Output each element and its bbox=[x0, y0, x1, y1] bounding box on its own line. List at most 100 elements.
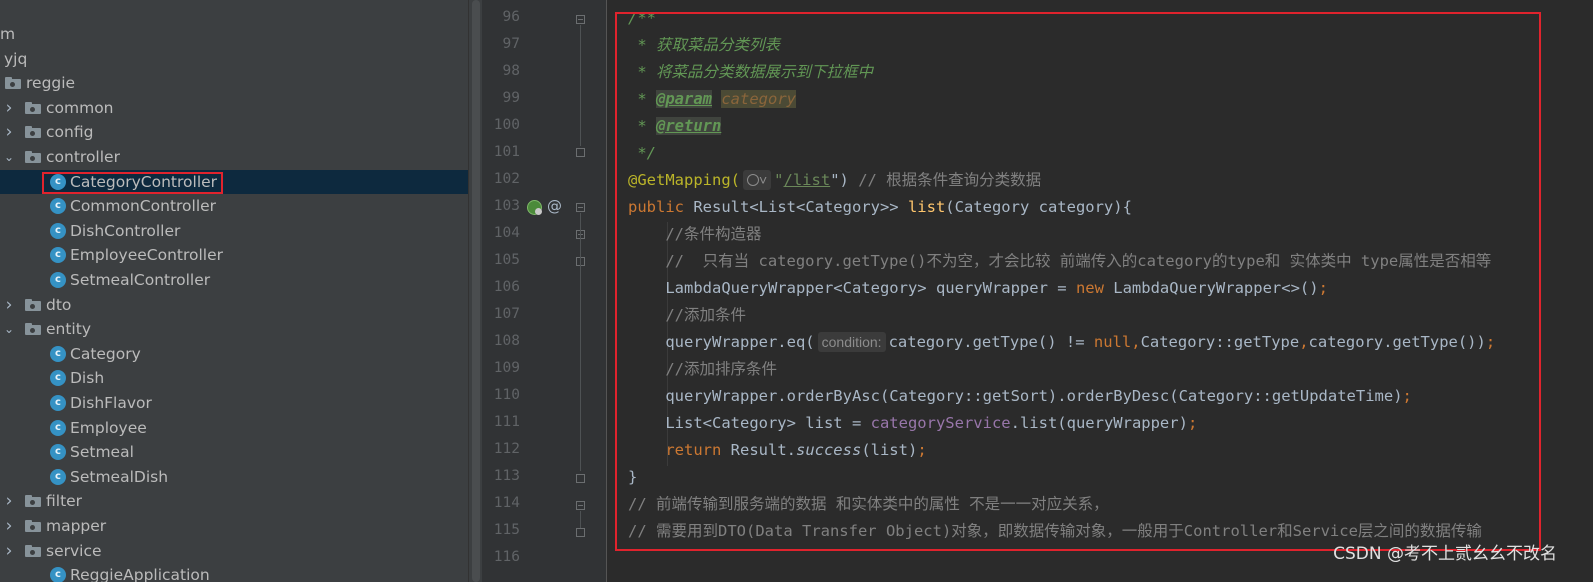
tree-item-label: config bbox=[46, 123, 94, 142]
fold-guide bbox=[580, 511, 581, 528]
tree-item[interactable]: c DishFlavor bbox=[0, 391, 482, 415]
java-class-icon: c bbox=[50, 419, 66, 436]
code-editor[interactable]: 96 97 98 99 100 101 102 103 104 105 106 107 108 109 11… bbox=[482, 0, 1593, 582]
tree-item[interactable]: ⌄ entity bbox=[0, 317, 482, 341]
tree-item-label: entity bbox=[46, 320, 91, 339]
line-number: 104 bbox=[493, 225, 520, 241]
tree-item-label: CommonController bbox=[70, 197, 217, 216]
chevron-right-icon[interactable]: › bbox=[2, 96, 16, 120]
tree-item-label: yjq bbox=[4, 49, 28, 68]
tree-item-label: DishController bbox=[70, 221, 181, 240]
chevron-right-icon[interactable]: › bbox=[2, 514, 16, 538]
chevron-right-icon[interactable]: › bbox=[2, 539, 16, 563]
chevron-right-icon[interactable]: › bbox=[2, 120, 16, 144]
tree-item-label: filter bbox=[46, 492, 83, 511]
spring-web-endpoint-icon[interactable] bbox=[527, 200, 542, 215]
fold-close-icon[interactable] bbox=[576, 148, 585, 157]
chevron-down-icon[interactable]: ⌄ bbox=[2, 317, 16, 341]
code-highlight-box bbox=[615, 12, 1541, 551]
package-dot bbox=[30, 131, 35, 137]
java-class-icon: c bbox=[50, 370, 66, 387]
tree-item[interactable]: › mapper bbox=[0, 514, 482, 538]
tree-item-label: m bbox=[0, 25, 16, 43]
fold-guide bbox=[580, 25, 581, 146]
line-number: 111 bbox=[493, 414, 520, 430]
line-number: 107 bbox=[493, 306, 520, 322]
java-class-icon: c bbox=[50, 272, 66, 288]
java-class-icon: c bbox=[50, 198, 66, 215]
tree-item[interactable]: › dto bbox=[0, 293, 482, 317]
tree-item[interactable]: › config bbox=[0, 120, 482, 144]
line-number: 109 bbox=[493, 360, 520, 376]
tree-item[interactable]: › common bbox=[0, 96, 482, 120]
fold-close-icon[interactable] bbox=[576, 474, 585, 483]
fold-open-icon[interactable] bbox=[576, 15, 585, 24]
folder-icon bbox=[25, 151, 41, 163]
java-class-icon: c bbox=[50, 567, 66, 582]
tree-item-label: SetmealController bbox=[70, 271, 211, 289]
line-number: 113 bbox=[493, 468, 520, 484]
line-number: 116 bbox=[493, 549, 520, 565]
tree-item-label: SetmealDish bbox=[70, 467, 169, 486]
tree-item[interactable]: c SetmealDish bbox=[0, 465, 482, 489]
tree-item-label: service bbox=[46, 541, 102, 560]
line-number: 105 bbox=[493, 252, 520, 268]
package-dot bbox=[30, 500, 35, 506]
folder-icon bbox=[25, 101, 41, 114]
package-dot bbox=[30, 106, 35, 112]
tree-item[interactable]: c ReggieApplication bbox=[0, 563, 482, 582]
tree-item[interactable]: c SetmealController bbox=[0, 268, 482, 292]
tree-item-label: Employee bbox=[70, 418, 147, 437]
line-number: 115 bbox=[493, 522, 520, 538]
chevron-right-icon[interactable]: › bbox=[2, 489, 16, 513]
fold-open-icon[interactable] bbox=[576, 501, 585, 510]
tree-item[interactable]: c DishController bbox=[0, 219, 482, 243]
tree-item-label: dto bbox=[46, 295, 72, 314]
tree-scrollbar-thumb[interactable] bbox=[472, 0, 480, 582]
tree-item-label: Dish bbox=[70, 369, 105, 388]
java-class-icon: c bbox=[50, 345, 66, 362]
tree-item[interactable]: yjq bbox=[0, 47, 482, 71]
tree-item[interactable]: c CommonController bbox=[0, 194, 482, 218]
tree-item[interactable]: c EmployeeController bbox=[0, 243, 482, 267]
fold-close-icon[interactable] bbox=[576, 528, 585, 537]
tree-item-label: mapper bbox=[46, 517, 107, 535]
tree-scrollbar[interactable] bbox=[468, 0, 482, 582]
package-dot bbox=[10, 82, 15, 88]
tree-item-label: controller bbox=[46, 148, 120, 166]
tree-item[interactable]: c Dish bbox=[0, 366, 482, 390]
tree-item[interactable]: c Employee bbox=[0, 416, 482, 440]
tree-item-label: ReggieApplication bbox=[70, 566, 210, 582]
line-number: 99 bbox=[502, 90, 520, 106]
package-dot bbox=[30, 549, 35, 555]
line-number: 114 bbox=[493, 495, 520, 511]
tree-item[interactable]: › filter bbox=[0, 489, 482, 513]
line-number: 110 bbox=[493, 387, 520, 403]
chevron-down-icon[interactable]: ⌄ bbox=[2, 145, 16, 169]
line-number: 100 bbox=[493, 117, 520, 133]
folder-icon bbox=[25, 544, 41, 557]
fold-open-icon[interactable] bbox=[576, 203, 585, 212]
tree-item-label: common bbox=[46, 98, 114, 117]
tree-item-label: DishFlavor bbox=[70, 394, 152, 412]
package-dot bbox=[30, 525, 35, 530]
folder-icon bbox=[25, 126, 41, 139]
line-number: 97 bbox=[502, 36, 520, 52]
line-number: 106 bbox=[493, 279, 520, 295]
tree-item[interactable]: c Setmeal bbox=[0, 440, 482, 464]
tree-item[interactable]: c Category bbox=[0, 342, 482, 366]
folder-icon bbox=[25, 520, 41, 532]
tree-item[interactable]: m bbox=[0, 22, 482, 46]
tree-highlight-box bbox=[42, 172, 223, 194]
annotation-at-icon[interactable]: @ bbox=[547, 197, 562, 215]
editor-gutter: 96 97 98 99 100 101 102 103 104 105 106 107 108 109 11… bbox=[482, 0, 607, 582]
line-number: 98 bbox=[502, 63, 520, 79]
tree-item[interactable]: › service bbox=[0, 539, 482, 563]
chevron-right-icon[interactable]: › bbox=[2, 293, 16, 317]
tree-item[interactable]: ⌄ controller bbox=[0, 145, 482, 169]
java-class-icon: c bbox=[50, 247, 66, 264]
tree-item[interactable]: reggie bbox=[0, 71, 482, 95]
folder-icon bbox=[25, 298, 41, 311]
watermark: CSDN @考不上贰幺幺不改名 bbox=[1333, 544, 1557, 564]
package-dot bbox=[30, 303, 35, 309]
